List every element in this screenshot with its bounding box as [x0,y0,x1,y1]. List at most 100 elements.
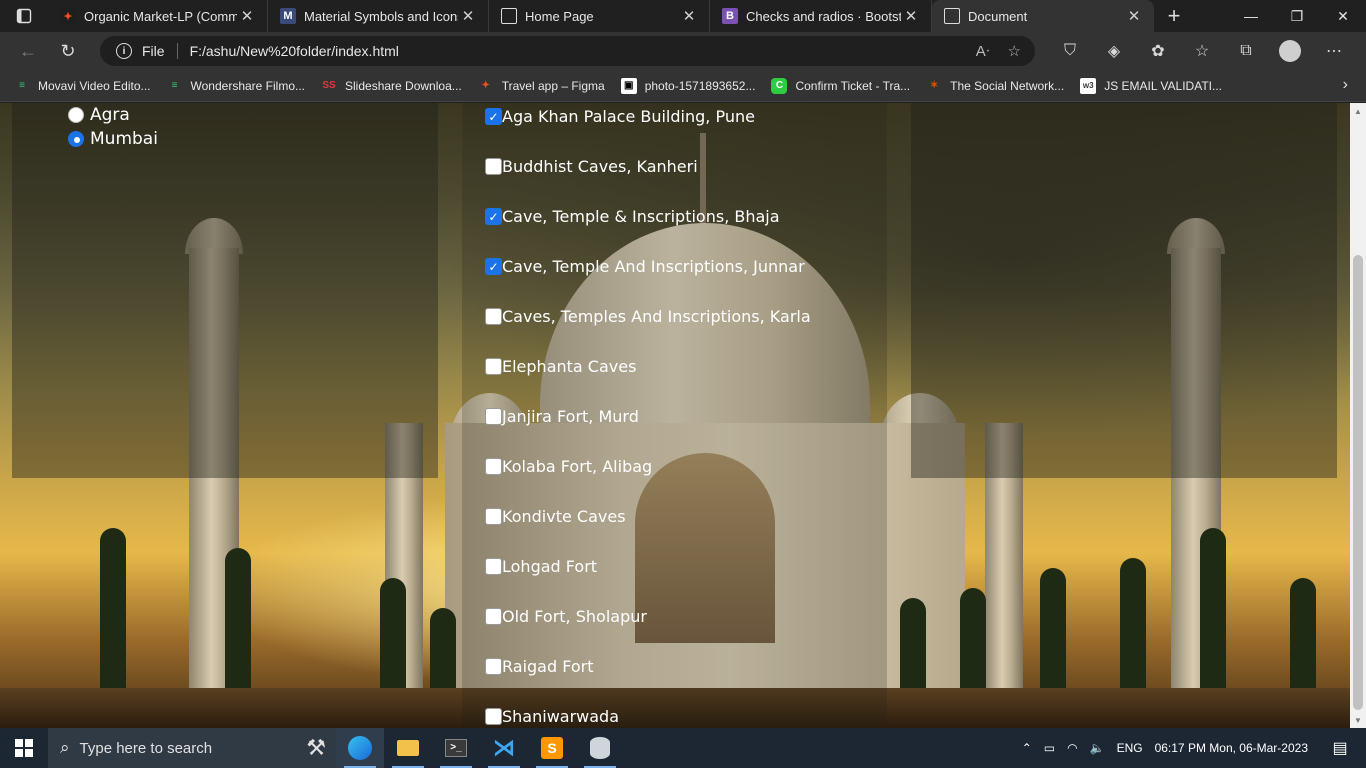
slideshare-icon: SS [322,80,336,91]
back-button[interactable]: ← [8,32,48,70]
radio-button[interactable] [68,107,84,123]
bookmark-label: Confirm Ticket - Tra... [795,78,911,93]
checkbox-lohgad[interactable]: Lohgad Fort [485,557,597,576]
battery-icon[interactable]: ▭ [1044,741,1055,755]
extensions-icon[interactable]: ✿ [1136,41,1180,61]
chevron-up-icon[interactable]: ⌃ [1022,741,1032,755]
database-taskbar-icon[interactable] [576,728,624,768]
tab-home-page[interactable]: Home Page ✕ [489,0,710,32]
bookmark-item[interactable]: ≡ Wondershare Filmo... [167,78,305,94]
checkbox-bhaja[interactable]: ✓ Cave, Temple & Inscriptions, Bhaja [485,207,780,226]
address-bar[interactable]: i File F:/ashu/New%20folder/index.html A… [100,36,1035,66]
tab-organic-market[interactable]: ✦ Organic Market-LP (Communi ✕ [48,0,268,32]
more-menu-icon[interactable]: ⋯ [1312,41,1356,61]
bookmark-item[interactable]: SS Slideshare Downloa... [321,78,461,94]
checkbox-janjira[interactable]: Janjira Fort, Murd [485,407,639,426]
volume-icon[interactable]: 🔈 [1090,741,1105,755]
checkbox[interactable] [485,458,502,475]
radio-mumbai[interactable]: Mumbai [68,129,158,149]
favorites-icon[interactable]: ☆ [1180,41,1224,61]
checkbox-kondivte[interactable]: Kondivte Caves [485,507,626,526]
sublime-taskbar-icon[interactable]: S [528,728,576,768]
bookmark-item[interactable]: ≡ Movavi Video Edito... [14,78,150,94]
checkbox-old-fort[interactable]: Old Fort, Sholapur [485,607,647,626]
checkbox-label: Aga Khan Palace Building, Pune [502,107,755,126]
clock[interactable]: 06:17 PM Mon, 06-Mar-2023 [1155,741,1308,755]
checkbox[interactable] [485,608,502,625]
bookmark-item[interactable]: ▣ photo-1571893652... [620,77,755,94]
checkbox[interactable] [485,708,502,725]
info-icon[interactable]: i [116,43,132,59]
radio-button[interactable] [68,131,84,147]
url-text[interactable]: F:/ashu/New%20folder/index.html [190,43,976,59]
tab-document[interactable]: Document ✕ [932,0,1154,32]
checkbox-karla[interactable]: Caves, Temples And Inscriptions, Karla [485,307,811,326]
taskbar-search[interactable]: ⌕ Type here to search ⚒ [48,728,336,768]
notifications-icon[interactable]: ▤ [1320,738,1360,758]
tab-checks-radios[interactable]: B Checks and radios · Bootstrap ✕ [710,0,932,32]
checkbox[interactable] [485,508,502,525]
file-explorer-taskbar-icon[interactable] [384,728,432,768]
tab-actions-button[interactable] [0,0,48,32]
start-button[interactable] [0,728,48,768]
shield-icon[interactable]: ⛉ [1048,42,1092,60]
search-icon: ⌕ [60,738,70,757]
checkbox[interactable] [485,408,502,425]
checkbox-shaniwarwada[interactable]: Shaniwarwada [485,707,619,726]
vertical-scrollbar[interactable]: ▲ ▼ [1350,103,1366,728]
checkbox-label: Buddhist Caves, Kanheri [502,157,698,176]
checkbox[interactable] [485,158,502,175]
checkbox-junnar[interactable]: ✓ Cave, Temple And Inscriptions, Junnar [485,257,805,276]
checkbox[interactable] [485,308,502,325]
browser-toolbar: ← ↻ i File F:/ashu/New%20folder/index.ht… [0,32,1366,70]
close-tab-icon[interactable]: ✕ [458,7,478,25]
checkbox-label: Cave, Temple & Inscriptions, Bhaja [502,207,780,226]
checkbox[interactable] [485,658,502,675]
checkbox-label: Old Fort, Sholapur [502,607,647,626]
language-indicator[interactable]: ENG [1117,741,1143,755]
checkbox[interactable] [485,558,502,575]
minimize-icon[interactable]: — [1228,0,1274,32]
close-tab-icon[interactable]: ✕ [679,7,699,25]
close-tab-icon[interactable]: ✕ [237,7,257,25]
restore-icon[interactable]: ❐ [1274,0,1320,32]
new-tab-button[interactable]: + [1154,0,1194,32]
tab-title: Checks and radios · Bootstrap [746,8,901,24]
collections-icon[interactable]: ⧉ [1224,42,1268,60]
refresh-button[interactable]: ↻ [48,32,88,70]
checkbox-raigad[interactable]: Raigad Fort [485,657,594,676]
checkbox[interactable]: ✓ [485,258,502,275]
edge-taskbar-icon[interactable] [336,728,384,768]
scroll-down-icon[interactable]: ▼ [1350,712,1366,728]
bookmark-item[interactable]: ✶ The Social Network... [926,78,1064,94]
close-window-icon[interactable]: ✕ [1320,0,1366,32]
bookmark-item[interactable]: C Confirm Ticket - Tra... [771,77,911,94]
read-aloud-icon[interactable]: Aᐧ [976,42,990,60]
checkbox-kolaba[interactable]: Kolaba Fort, Alibag [485,457,652,476]
profile-avatar-icon[interactable] [1268,40,1312,62]
taskbar: ⌕ Type here to search ⚒ >_ ⋊ S ⌃ ▭ ◠ 🔈 E… [0,728,1366,768]
extension-colorful-icon[interactable]: ◈ [1092,41,1136,61]
scroll-up-icon[interactable]: ▲ [1350,103,1366,119]
filmora-icon: ≡ [171,80,178,91]
checkbox[interactable]: ✓ [485,108,502,125]
chevron-right-icon[interactable]: › [1343,76,1348,94]
checkbox-buddhist-caves[interactable]: Buddhist Caves, Kanheri [485,157,698,176]
bookmark-item[interactable]: ✦ Travel app – Figma [478,78,605,94]
add-favorite-icon[interactable]: ☆ [1008,42,1021,60]
close-tab-icon[interactable]: ✕ [901,7,921,25]
checkbox-label: Caves, Temples And Inscriptions, Karla [502,307,811,326]
terminal-taskbar-icon[interactable]: >_ [432,728,480,768]
wifi-icon[interactable]: ◠ [1067,741,1077,755]
tab-material-symbols[interactable]: M Material Symbols and Icons - ✕ [268,0,489,32]
vscode-taskbar-icon[interactable]: ⋊ [480,728,528,768]
bookmark-item[interactable]: w3 JS EMAIL VALIDATI... [1080,77,1222,94]
checkbox[interactable] [485,358,502,375]
scrollbar-thumb[interactable] [1353,255,1363,710]
checkbox-elephanta[interactable]: Elephanta Caves [485,357,636,376]
toolbar-icons: ⛉ ◈ ✿ ☆ ⧉ ⋯ [1048,32,1356,70]
close-tab-icon[interactable]: ✕ [1124,7,1144,25]
checkbox-aga-khan-palace[interactable]: ✓ Aga Khan Palace Building, Pune [485,107,755,126]
checkbox[interactable]: ✓ [485,208,502,225]
radio-agra[interactable]: Agra [68,105,130,125]
